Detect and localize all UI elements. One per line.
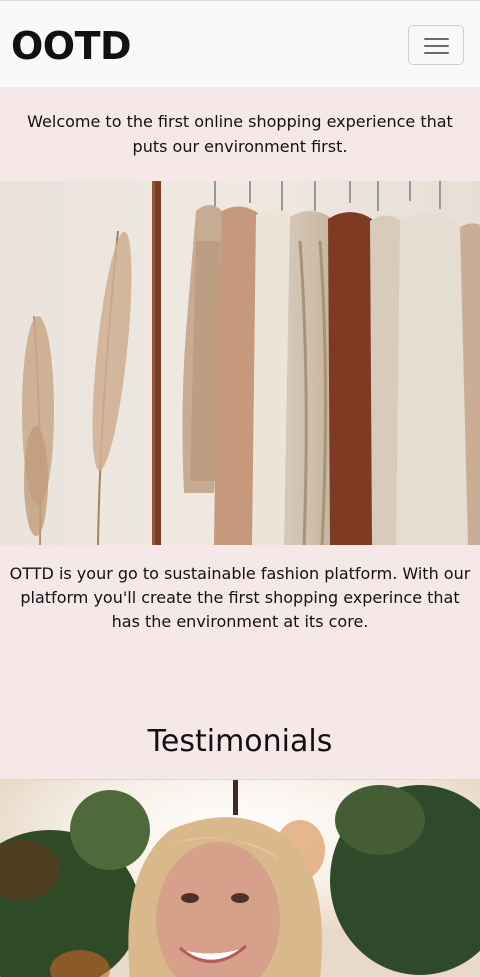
clothing-rack-photo — [0, 181, 480, 545]
welcome-section: Welcome to the first online shopping exp… — [0, 87, 480, 181]
welcome-text: Welcome to the first online shopping exp… — [27, 112, 453, 156]
testimonials-heading: Testimonials — [147, 724, 333, 759]
navbar-toggle-button[interactable] — [408, 25, 464, 65]
testimonial-woman-photo — [0, 779, 480, 977]
about-section: OTTD is your go to sustainable fashion p… — [0, 562, 480, 634]
brand-logo-link[interactable]: OOTD — [11, 23, 132, 69]
navbar: OOTD — [0, 0, 480, 87]
about-text: OTTD is your go to sustainable fashion p… — [9, 564, 471, 631]
